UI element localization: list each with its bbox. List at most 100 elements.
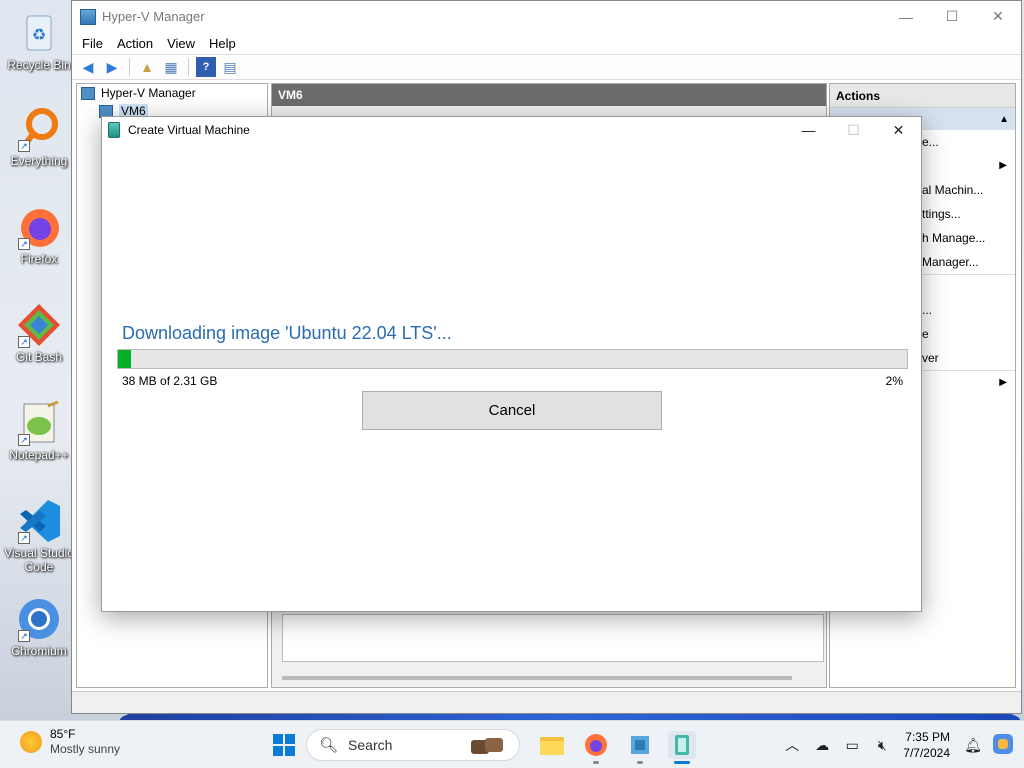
- active-indicator: [674, 761, 690, 764]
- server-icon: [81, 86, 95, 100]
- shortcut-arrow-icon: ↗: [18, 140, 30, 152]
- chromium-icon: ↗: [16, 596, 62, 642]
- notification-bell-icon[interactable]: 🔔︎: [958, 737, 988, 754]
- menu-bar: File Action View Help: [72, 32, 1021, 54]
- action-item-label: h Manage...: [922, 231, 986, 245]
- menu-help[interactable]: Help: [203, 36, 244, 51]
- weather-description: Mostly sunny: [50, 742, 121, 756]
- tree-item-label: Hyper-V Manager: [101, 86, 196, 100]
- progress-size-text: 38 MB of 2.31 GB: [122, 374, 218, 388]
- collapse-icon[interactable]: ▲: [999, 114, 1009, 125]
- cancel-button[interactable]: Cancel: [362, 391, 662, 430]
- action-item-label: al Machin...: [922, 183, 984, 197]
- clock[interactable]: 7:35 PM 7/7/2024: [897, 729, 958, 761]
- vm-app-icon: [675, 735, 689, 755]
- vm-app-icon: [108, 122, 120, 138]
- shortcut-arrow-icon: ↗: [18, 434, 30, 446]
- desktop-icon-label: Visual Studio Code: [4, 546, 74, 574]
- toolbar-separator: [188, 58, 189, 76]
- taskbar: 85°F Mostly sunny 🔍︎ Search ︿ ☁ ▭ 🔇︎ 7:3…: [0, 720, 1024, 768]
- desktop-icon-vscode[interactable]: ↗ Visual Studio Code: [2, 498, 76, 574]
- submenu-arrow-icon: ▶: [999, 160, 1007, 171]
- clock-time: 7:35 PM: [905, 730, 950, 744]
- dialog-minimize-button[interactable]: —: [786, 117, 831, 143]
- maximize-button[interactable]: ☐: [929, 1, 975, 32]
- action-item-label: e...: [922, 135, 939, 149]
- network-icon[interactable]: ▭: [837, 737, 867, 754]
- desktop-icon-git-bash[interactable]: ↗ Git Bash: [2, 302, 76, 364]
- horizontal-scrollbar[interactable]: [282, 676, 792, 680]
- copilot-icon[interactable]: [988, 733, 1018, 758]
- taskbar-file-explorer[interactable]: [538, 731, 566, 759]
- toolbar-separator: [129, 58, 130, 76]
- shortcut-arrow-icon: ↗: [18, 336, 30, 348]
- menu-file[interactable]: File: [76, 36, 111, 51]
- shortcut-arrow-icon: ↗: [18, 630, 30, 642]
- help-icon[interactable]: ?: [196, 57, 216, 77]
- search-icon: 🔍︎: [319, 737, 339, 754]
- taskbar-create-vm[interactable]: [668, 731, 696, 764]
- back-icon[interactable]: ◀: [78, 57, 98, 77]
- desktop-icon-label: Chromium: [11, 644, 67, 658]
- hyperv-titlebar[interactable]: Hyper-V Manager — ☐ ✕: [72, 1, 1021, 32]
- vscode-icon: ↗: [16, 498, 62, 544]
- desktop-icon-notepad-plus-plus[interactable]: ↗ Notepad++: [2, 400, 76, 462]
- onedrive-icon[interactable]: ☁: [807, 737, 837, 754]
- dialog-maximize-button: ☐: [847, 121, 860, 138]
- menu-action[interactable]: Action: [111, 36, 161, 51]
- action-item-label: Manager...: [922, 255, 979, 269]
- desktop-icon-label: Firefox: [20, 252, 58, 266]
- menu-view[interactable]: View: [161, 36, 203, 51]
- taskbar-search[interactable]: 🔍︎ Search: [306, 729, 520, 761]
- create-vm-dialog: Create Virtual Machine — ☐ ✕ Downloading…: [101, 116, 922, 612]
- hyperv-icon: [631, 736, 649, 754]
- desktop-icon-chromium[interactable]: ↗ Chromium: [2, 596, 76, 658]
- start-button[interactable]: [270, 731, 298, 759]
- desktop-icon-recycle-bin[interactable]: ♻ Recycle Bin: [2, 10, 76, 72]
- firefox-icon: ↗: [16, 204, 62, 250]
- folder-icon: [540, 737, 564, 755]
- weather-widget[interactable]: 85°F Mostly sunny: [20, 727, 120, 757]
- weather-sun-icon: [20, 731, 42, 753]
- desktop-icon-firefox[interactable]: ↗ Firefox: [2, 204, 76, 266]
- forward-icon[interactable]: ▶: [102, 57, 122, 77]
- svg-text:♻: ♻: [32, 27, 46, 44]
- desktop-icon-label: Everything: [10, 154, 68, 168]
- status-bar: [72, 691, 1021, 713]
- dialog-title: Create Virtual Machine: [128, 123, 250, 137]
- desktop-icon-label: Git Bash: [15, 350, 63, 364]
- action-item-label: ...: [922, 303, 933, 317]
- taskbar-hyperv-manager[interactable]: [626, 731, 654, 764]
- taskbar-firefox[interactable]: [582, 731, 610, 764]
- action-item-label: e: [922, 327, 929, 341]
- progress-percent-text: 2%: [885, 374, 903, 388]
- search-placeholder: Search: [348, 737, 393, 753]
- dialog-titlebar[interactable]: Create Virtual Machine — ☐ ✕: [102, 117, 921, 143]
- running-indicator: [593, 761, 599, 764]
- search-highlight-icon: [469, 734, 507, 761]
- show-hide-tree-icon[interactable]: ▦: [161, 57, 181, 77]
- tree-item-hyperv-manager[interactable]: Hyper-V Manager: [77, 84, 267, 102]
- chevron-up-icon[interactable]: ︿: [777, 735, 807, 755]
- minimize-button[interactable]: —: [883, 1, 929, 32]
- up-folder-icon[interactable]: ▲: [137, 57, 157, 77]
- toolbar: ◀ ▶ ▲ ▦ ? ▤: [72, 54, 1021, 80]
- desktop-icon-label: Recycle Bin: [7, 58, 71, 72]
- weather-temperature: 85°F: [50, 727, 76, 741]
- volume-icon[interactable]: 🔇︎: [867, 737, 897, 754]
- details-pane: [282, 614, 824, 662]
- desktop-icon-everything[interactable]: ↗ Everything: [2, 106, 76, 168]
- system-tray: ︿ ☁ ▭ 🔇︎ 7:35 PM 7/7/2024 🔔︎: [777, 721, 1024, 768]
- recycle-bin-icon: ♻: [16, 10, 62, 56]
- shortcut-arrow-icon: ↗: [18, 238, 30, 250]
- submenu-arrow-icon: ▶: [999, 377, 1007, 388]
- git-bash-icon: ↗: [16, 302, 62, 348]
- dialog-close-button[interactable]: ✕: [876, 117, 921, 143]
- download-heading: Downloading image 'Ubuntu 22.04 LTS'...: [122, 323, 452, 343]
- show-hide-action-pane-icon[interactable]: ▤: [220, 57, 240, 77]
- shortcut-arrow-icon: ↗: [18, 532, 30, 544]
- notepad-plus-plus-icon: ↗: [16, 400, 62, 446]
- actions-header: Actions: [830, 84, 1015, 108]
- windows-logo-icon: [273, 734, 295, 756]
- close-button[interactable]: ✕: [975, 1, 1021, 32]
